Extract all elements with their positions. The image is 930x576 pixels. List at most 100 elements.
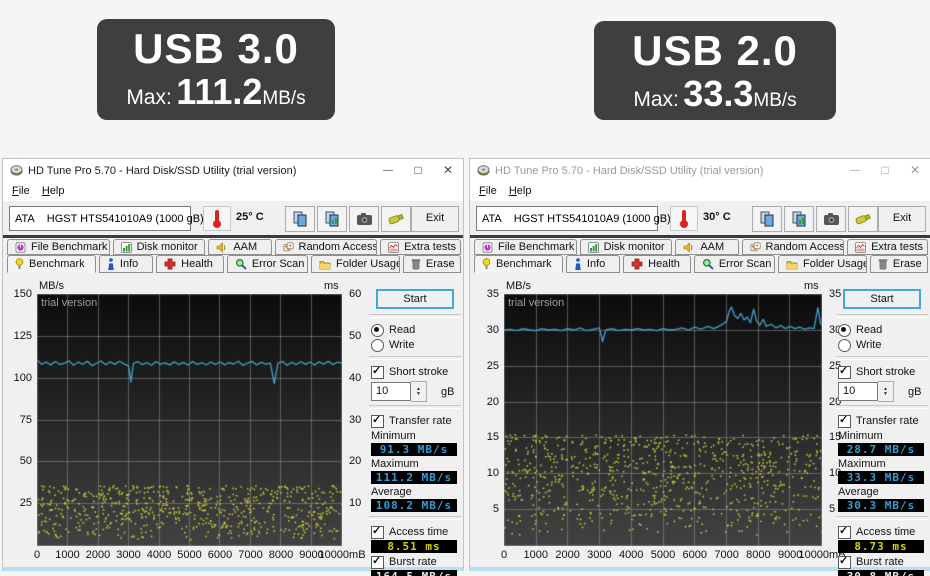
tab-folder-usage[interactable]: Folder Usage bbox=[311, 255, 400, 273]
capacity-stepper[interactable]: ▲ ▼ bbox=[878, 381, 894, 402]
close-button[interactable]: ✕ bbox=[433, 159, 463, 182]
tab-erase[interactable]: Erase bbox=[402, 255, 462, 273]
x-tick-label: 5000 bbox=[650, 549, 676, 561]
start-button[interactable]: Start bbox=[843, 289, 921, 309]
file-benchmark-icon bbox=[482, 241, 493, 253]
start-button[interactable]: Start bbox=[376, 289, 454, 309]
window-title: HD Tune Pro 5.70 - Hard Disk/SSD Utility… bbox=[495, 164, 764, 177]
minimize-button[interactable]: — bbox=[373, 159, 403, 182]
tab-row-secondary: File Benchmark Disk monitor AAM Random A… bbox=[7, 239, 461, 255]
transfer-rate-checkbox[interactable]: Transfer rate bbox=[371, 413, 461, 428]
tab-aam[interactable]: AAM bbox=[675, 239, 739, 255]
short-stroke-checkbox[interactable]: Short stroke bbox=[838, 364, 928, 379]
minimum-value: 28.7 MB/s bbox=[838, 443, 924, 456]
screenshot-button[interactable] bbox=[349, 206, 379, 232]
capacity-stepper[interactable]: ▲ ▼ bbox=[411, 381, 427, 402]
tab-disk-monitor[interactable]: Disk monitor bbox=[579, 239, 673, 255]
copy-text-button[interactable] bbox=[285, 206, 315, 232]
short-stroke-checkbox[interactable]: Short stroke bbox=[371, 364, 461, 379]
tab-random-access[interactable]: Random Access bbox=[274, 239, 378, 255]
menu-bar: File Help bbox=[3, 182, 463, 201]
menu-help[interactable]: Help bbox=[42, 185, 65, 197]
benchmark-control-panel: Start Read Write Short stroke 10 ▲ ▼ gB … bbox=[369, 287, 461, 576]
x-tick-label: 5000 bbox=[177, 549, 202, 561]
close-button[interactable]: ✕ bbox=[900, 159, 930, 182]
tab-erase[interactable]: Erase bbox=[869, 255, 929, 273]
tab-benchmark[interactable]: Benchmark bbox=[7, 255, 96, 273]
minimize-button[interactable]: — bbox=[840, 159, 870, 182]
y-tick-label: 5 bbox=[829, 503, 836, 516]
maximize-button[interactable]: □ bbox=[870, 159, 900, 182]
tab-info[interactable]: Info bbox=[565, 255, 621, 273]
tab-health[interactable]: Health bbox=[623, 255, 691, 273]
minimum-label: Minimum bbox=[371, 430, 416, 442]
spin-down-icon: ▼ bbox=[416, 390, 421, 397]
tab-aam[interactable]: AAM bbox=[208, 239, 272, 255]
drive-select[interactable]: ATA HGST HTS541010A9 (1000 gB) ⌄ bbox=[476, 206, 678, 231]
tab-file-benchmark[interactable]: File Benchmark bbox=[7, 239, 110, 255]
checkbox-icon bbox=[371, 413, 384, 428]
checkbox-icon bbox=[371, 524, 384, 539]
copy-chart-button[interactable] bbox=[784, 206, 814, 232]
exit-button[interactable]: Exit bbox=[878, 206, 926, 232]
menu-file[interactable]: File bbox=[479, 185, 497, 197]
tab-file-benchmark[interactable]: File Benchmark bbox=[474, 239, 577, 255]
checkbox-icon bbox=[838, 524, 851, 539]
max-unit: MB/s bbox=[262, 88, 306, 109]
capacity-row: 10 ▲ ▼ gB bbox=[371, 381, 461, 402]
temperature-value: 25° C bbox=[236, 211, 264, 223]
toolbar-separator bbox=[470, 235, 930, 238]
maximize-button[interactable]: □ bbox=[403, 159, 433, 182]
drive-select[interactable]: ATA HGST HTS541010A9 (1000 gB) ⌄ bbox=[9, 206, 211, 231]
exit-button[interactable]: Exit bbox=[411, 206, 459, 232]
screenshot-button[interactable] bbox=[816, 206, 846, 232]
benchmark-chart-canvas bbox=[504, 294, 822, 546]
usb-stick-icon bbox=[388, 213, 404, 225]
x-tick-label: 10000mB bbox=[318, 549, 366, 561]
access-time-value: 8.51 ms bbox=[371, 540, 457, 553]
speaker-icon bbox=[217, 241, 226, 253]
hdtune-window-usb3: HD Tune Pro 5.70 - Hard Disk/SSD Utility… bbox=[2, 158, 464, 576]
tab-info[interactable]: Info bbox=[98, 255, 154, 273]
burst-rate-checkbox[interactable]: Burst rate bbox=[371, 554, 461, 569]
tab-error-scan[interactable]: Error Scan bbox=[226, 255, 309, 273]
extra-tests-icon bbox=[388, 241, 399, 253]
copy-text-button[interactable] bbox=[752, 206, 782, 232]
usb3-banner: USB 3.0 Max: 111.2MB/s bbox=[97, 19, 335, 120]
tab-extra-tests[interactable]: Extra tests bbox=[847, 239, 928, 255]
menu-file[interactable]: File bbox=[12, 185, 30, 197]
access-time-checkbox[interactable]: Access time bbox=[838, 524, 928, 539]
capacity-input[interactable]: 10 bbox=[371, 382, 411, 401]
write-radio[interactable]: Write bbox=[838, 338, 928, 352]
read-radio[interactable]: Read bbox=[371, 323, 461, 337]
tab-disk-monitor[interactable]: Disk monitor bbox=[112, 239, 206, 255]
write-radio[interactable]: Write bbox=[371, 338, 461, 352]
tab-error-scan[interactable]: Error Scan bbox=[693, 255, 776, 273]
tab-folder-usage[interactable]: Folder Usage bbox=[778, 255, 867, 273]
radio-icon bbox=[838, 338, 851, 352]
tab-random-access[interactable]: Random Access bbox=[741, 239, 845, 255]
maximum-value: 33.3 MB/s bbox=[838, 471, 924, 484]
menu-help[interactable]: Help bbox=[509, 185, 532, 197]
save-button[interactable] bbox=[381, 206, 411, 232]
tab-health[interactable]: Health bbox=[156, 255, 224, 273]
separator bbox=[836, 516, 928, 520]
average-value: 30.3 MB/s bbox=[838, 499, 924, 512]
drive-model: HGST HTS541010A9 (1000 gB) bbox=[46, 212, 204, 225]
minimum-label: Minimum bbox=[838, 430, 883, 442]
access-time-checkbox[interactable]: Access time bbox=[371, 524, 461, 539]
benchmark-chart-canvas bbox=[37, 294, 342, 546]
capacity-input[interactable]: 10 bbox=[838, 382, 878, 401]
burst-rate-checkbox[interactable]: Burst rate bbox=[838, 554, 928, 569]
transfer-rate-checkbox[interactable]: Transfer rate bbox=[838, 413, 928, 428]
tab-extra-tests[interactable]: Extra tests bbox=[380, 239, 461, 255]
y-tick-label: 20 bbox=[349, 455, 362, 468]
extra-tests-icon bbox=[855, 241, 866, 253]
save-button[interactable] bbox=[848, 206, 878, 232]
x-tick-label: 7000 bbox=[238, 549, 263, 561]
read-radio[interactable]: Read bbox=[838, 323, 928, 337]
copy-icon bbox=[760, 211, 774, 227]
checkbox-icon bbox=[838, 554, 851, 569]
tab-benchmark[interactable]: Benchmark bbox=[474, 255, 563, 273]
copy-chart-button[interactable] bbox=[317, 206, 347, 232]
